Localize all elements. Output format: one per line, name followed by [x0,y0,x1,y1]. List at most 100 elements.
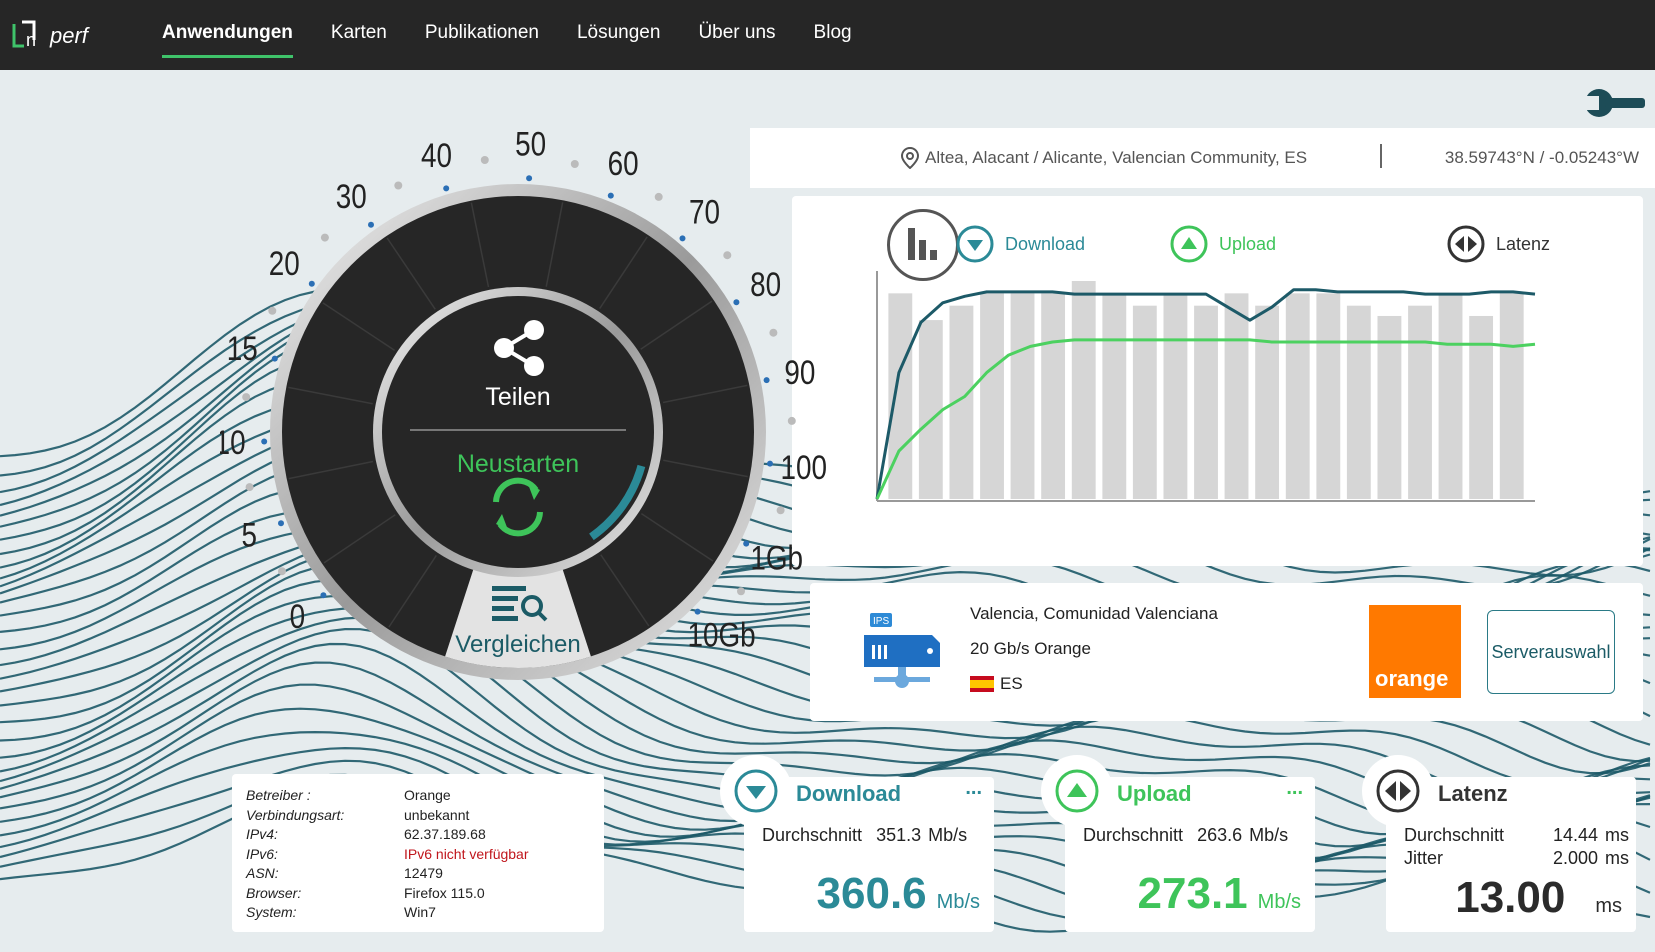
gauge-minor-dot [654,192,663,201]
share-label[interactable]: Teilen [485,383,550,411]
latency-result-badge [1362,755,1434,827]
legend-latency-label: Latenz [1496,233,1551,254]
upload-speed-unit: Mb/s [1257,891,1301,913]
svg-text:n: n [26,30,36,50]
server-icon: IPS [864,613,940,688]
latency-ping-unit: ms [1595,895,1622,917]
latency-average-label: Durchschnitt [1404,825,1505,845]
gauge-tick-label: 10Gb [688,616,756,654]
download-more-dots[interactable]: ... [965,777,982,800]
server-city: Valencia, Comunidad Valenciana [970,604,1218,623]
gauge-tick-mark [743,540,750,547]
latency-arrows-icon [1376,769,1420,813]
gauge-tick-mark [271,355,278,362]
server-select-button[interactable]: Serverauswahl [1487,610,1615,694]
spain-flag-icon [970,676,994,692]
chart-bar [1041,293,1066,499]
wrench-icon[interactable] [1583,86,1645,120]
upload-result-title: Upload [1117,781,1192,806]
gauge-tick-mark [278,520,284,527]
legend-upload[interactable]: Upload [1169,224,1276,264]
location-coordinates: 38.59743°N / -0.05243°W [1444,148,1639,167]
info-key: Browser: [246,884,302,901]
operator-logo-text: orange [1375,666,1449,691]
gauge-minor-dot [570,160,579,168]
gauge-minor-dot [769,328,778,337]
chart-bar [1316,293,1341,499]
gauge-tick-mark [733,299,740,306]
legend-download[interactable]: Download [955,224,1085,264]
server-provider: 20 Gb/s Orange [970,639,1091,658]
chart-bar [1346,305,1371,499]
nperf-logo[interactable]: n perf [10,18,106,52]
info-value: unbekannt [404,806,470,823]
latency-average-value: 14.44 ms [1552,825,1629,845]
nav-item-3[interactable]: Lösungen [577,0,660,70]
nav-item-0[interactable]: Anwendungen [162,0,293,70]
gauge-tick-mark [368,221,374,228]
chart-bar [1408,305,1432,499]
download-result-badge [720,755,792,827]
gauge-tick-label: 70 [689,193,720,231]
chart-bar [1071,281,1096,499]
download-speed-value: 360.6 [816,869,927,918]
location-bar: Altea, Alacant / Alicante, Valencian Com… [750,128,1655,188]
chart-bar [1438,293,1463,499]
legend-upload-label: Upload [1219,233,1277,254]
gauge-minor-dot [268,306,277,315]
gauge-tick-mark [443,185,450,192]
operator-logo: orange [1369,605,1461,698]
gauge-tick-label: 1Gb [750,539,803,577]
info-row: System: Win7 [246,903,604,923]
gauge-tick-label: 0 [290,597,306,635]
gauge-tick-label: 80 [750,265,781,303]
legend-latency[interactable]: Latenz [1446,224,1550,264]
compare-label[interactable]: Vergleichen [455,631,580,658]
latency-result-card: Latenz Durchschnitt 14.44 ms Jitter 2.000 … [1362,755,1636,932]
nav-item-1[interactable]: Karten [331,0,387,70]
main-nav: Anwendungen Karten Publikationen Lösungen Üb… [162,0,890,70]
info-value: IPv6 nicht verfügbar [404,845,529,862]
server-country-code: ES [1000,674,1023,693]
info-value: 62.37.189.68 [404,826,486,842]
gauge-minor-dot [787,416,796,425]
chart-bar [1010,293,1035,499]
gauge-tick-mark [607,192,614,199]
info-row: ASN: 12479 [246,864,604,884]
download-average-value: 351.3 Mb/s [876,825,968,845]
gauge-tick-mark [320,592,327,599]
gauge-tick-label: 15 [227,329,258,367]
nav-item-5[interactable]: Blog [814,0,852,70]
latency-ping-value: 13.00 [1455,873,1566,922]
restart-label[interactable]: Neustarten [457,450,579,478]
location-pin-icon [900,147,920,169]
chart-toggle-button[interactable] [887,209,959,281]
info-value: Orange [404,787,451,803]
chart-bar [1163,293,1188,499]
download-average: Durchschnitt 351.3 Mb/s [762,825,967,846]
latency-jitter: Jitter 2.000 ms [1404,848,1629,869]
gauge-minor-dot [320,233,329,242]
legend-download-label: Download [1005,233,1086,254]
upload-result-badge [1041,755,1113,827]
chart-bar [1255,305,1280,499]
nav-item-4[interactable]: Über uns [698,0,775,70]
gauge-tick-label: 10 [220,423,246,461]
gauge-minor-dot [776,506,785,515]
gauge-tick-mark [763,377,770,384]
gauge-minor-dot [245,483,254,492]
gauge-tick-label: 90 [784,354,815,392]
download-speed-unit: Mb/s [936,891,980,913]
info-row: Verbindungsart: unbekannt [246,806,604,826]
upload-more-dots[interactable]: ... [1286,777,1303,800]
gauge-minor-dot [394,181,403,190]
upload-arrow-icon [1170,225,1208,263]
server-panel: IPS Valencia, Comunidad Valenciana 20 Gb… [810,583,1643,721]
chart-bar [1194,305,1218,499]
gauge-minor-dot [723,251,732,260]
chart-bar [918,320,943,499]
gauge-tick-label: 100 [781,448,828,486]
download-arrow-icon [734,769,778,813]
nav-item-2[interactable]: Publikationen [425,0,539,70]
upload-result-card: Upload ... Durchschnitt 263.6 Mb/s 273.1… [1041,755,1315,932]
